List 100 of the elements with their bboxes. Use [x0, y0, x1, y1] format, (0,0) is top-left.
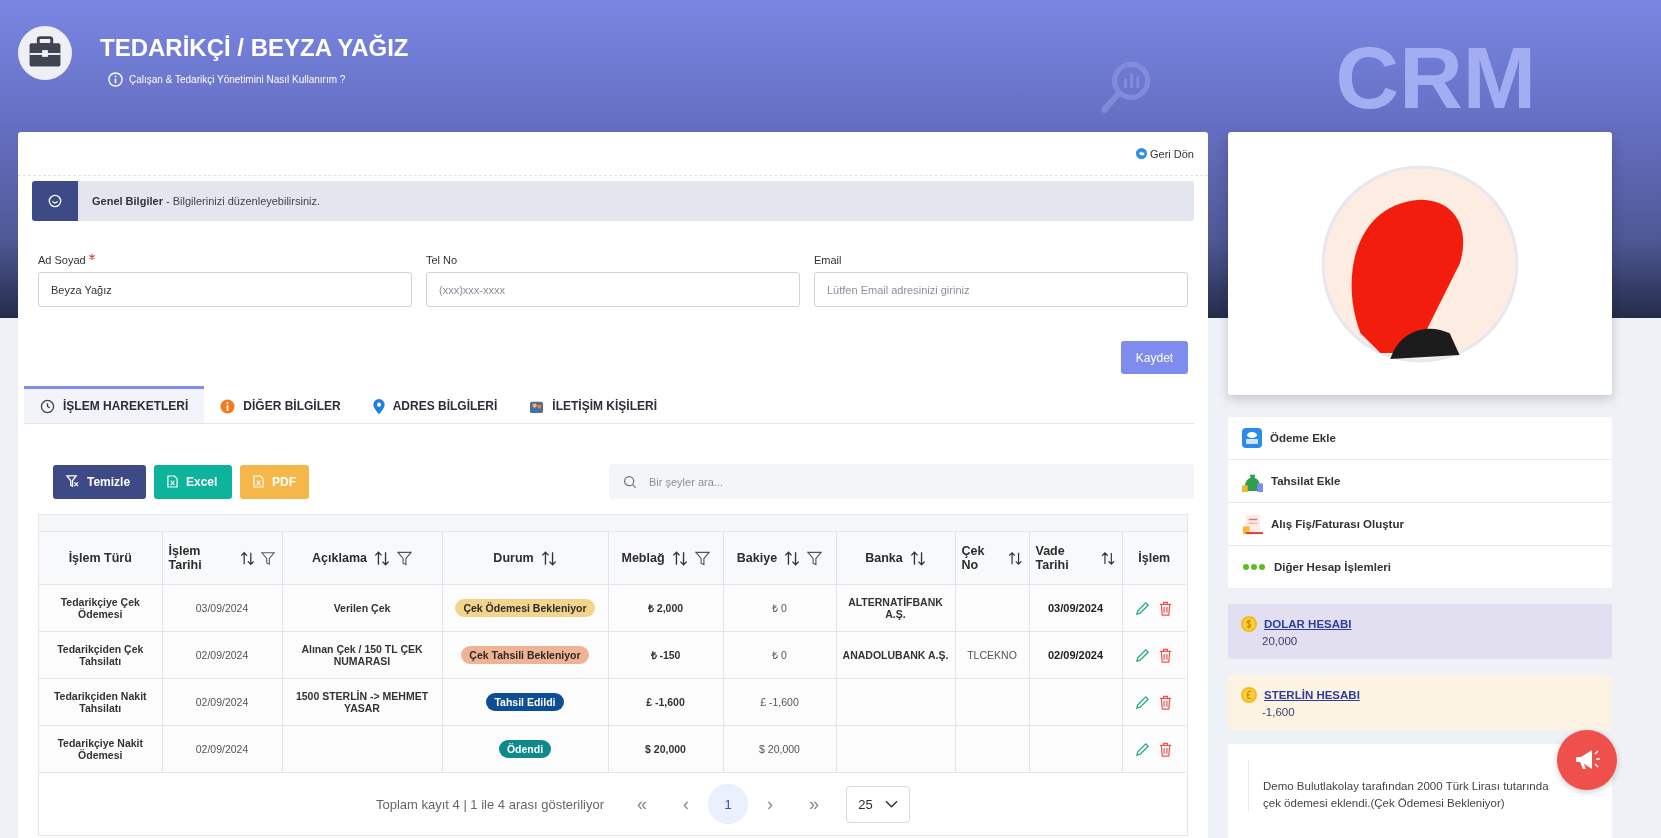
sort-icon[interactable]: [784, 550, 801, 566]
crm-watermark-text: CRM: [1335, 34, 1536, 122]
account-balance: -1,600: [1262, 706, 1296, 718]
table-cell: 02/09/2024: [195, 649, 249, 661]
table-cell: Verilen Çek: [333, 602, 391, 614]
edit-icon[interactable]: [1135, 741, 1151, 757]
action-item[interactable]: Ödeme Ekle: [1228, 417, 1612, 460]
sort-icon[interactable]: [1101, 550, 1116, 566]
delete-icon[interactable]: [1158, 694, 1174, 710]
table-cell: Alınan Çek / 150 TL ÇEK NUMARASI: [301, 643, 423, 667]
delete-icon[interactable]: [1158, 647, 1174, 663]
column-header: İşlem Türü: [68, 551, 132, 565]
tab[interactable]: İLETİŞİM KİŞİLERİ: [513, 386, 674, 423]
last-page-button[interactable]: »: [792, 784, 837, 824]
action-item[interactable]: Alış Fiş/Faturası Oluştur: [1228, 503, 1612, 546]
back-arrow-icon: [1135, 148, 1147, 159]
delete-icon[interactable]: [1158, 741, 1174, 757]
receipt-icon: [1242, 513, 1263, 535]
account-link[interactable]: STERLİN HESABI: [1264, 689, 1360, 701]
info-icon: [108, 72, 123, 87]
table-cell: $ 20,000: [645, 743, 686, 755]
column-header: İşlem Tarihi: [168, 544, 203, 572]
table-cell: 03/09/2024: [195, 602, 249, 614]
help-link[interactable]: Çalışan & Tedarikçi Yönetimini Nasıl Kullanırım ?: [129, 74, 346, 85]
dots-icon: [1242, 563, 1266, 571]
account-balance: 20,000: [1262, 635, 1299, 647]
toolbar-button[interactable]: Temizle: [53, 464, 146, 499]
column-header: Bakiye: [736, 551, 778, 565]
tab[interactable]: İŞLEM HAREKETLERİ: [24, 386, 205, 423]
sort-icon[interactable]: [239, 550, 255, 566]
edit-icon[interactable]: [1135, 694, 1151, 710]
clock-icon: [40, 398, 55, 414]
filter-icon[interactable]: [261, 550, 276, 566]
file-icon: [167, 475, 178, 488]
info-icon: [220, 398, 236, 414]
input-field[interactable]: Lütfen Email adresinizi giriniz: [814, 272, 1188, 307]
field-label: Ad Soyad: [38, 254, 86, 266]
table-cell: TLCEKNO: [967, 649, 1017, 661]
table-cell: ₺ 0: [772, 602, 787, 614]
sort-icon[interactable]: [540, 550, 557, 566]
table-cell: ₺ 2,000: [647, 602, 684, 614]
tab[interactable]: DİĞER BİLGİLER: [204, 386, 357, 423]
table-cell: ₺ 0: [772, 649, 787, 661]
field-label: Email: [814, 254, 842, 266]
edit-icon[interactable]: [1135, 600, 1151, 616]
back-link[interactable]: Geri Dön: [1135, 147, 1194, 160]
column-header: Durum: [493, 551, 534, 565]
filter-icon[interactable]: [396, 550, 412, 566]
status-badge: Tahsil Edildi: [486, 693, 564, 711]
filter-icon[interactable]: [807, 550, 823, 566]
payment-icon: [1242, 428, 1262, 448]
table-cell: ANADOLUBANK A.Ş.: [842, 649, 949, 661]
edit-icon[interactable]: [1135, 647, 1151, 663]
table-cell: Tedarikçiye Çek Ödemesi: [60, 596, 140, 620]
sort-icon[interactable]: [909, 550, 926, 566]
action-item[interactable]: Diğer Hesap İşlemleri: [1228, 546, 1612, 588]
pound-coin-icon: [1241, 687, 1257, 703]
table-cell: 02/09/2024: [1047, 649, 1104, 661]
smile-icon: [48, 194, 62, 208]
dollar-coin-icon: [1241, 616, 1257, 632]
next-page-button[interactable]: ›: [748, 784, 793, 824]
section-title: Genel Bilgiler - Bilgilerinizi düzenleyebilirsiniz.: [92, 195, 321, 207]
briefcase-icon: [18, 26, 72, 80]
filter-clear-icon: [66, 475, 79, 488]
input-field[interactable]: (xxx)xxx-xxxx: [426, 272, 800, 307]
location-pin-icon: [372, 398, 385, 414]
table-cell: ALTERNATİFBANK A.Ş.: [848, 596, 943, 620]
first-page-button[interactable]: «: [620, 784, 665, 824]
tab[interactable]: ADRES BİLGİLERİ: [356, 386, 514, 423]
sort-icon[interactable]: [373, 550, 390, 566]
sort-icon[interactable]: [671, 550, 688, 566]
table-cell: ₺ -150: [650, 649, 681, 661]
table-cell: Tedarikçiye Nakit Ödemesi: [57, 737, 144, 761]
announcement-button[interactable]: [1557, 730, 1617, 790]
table-cell: Tedarikçiden Nakit Tahsilatı: [53, 690, 147, 714]
status-badge: Çek Ödemesi Bekleniyor: [455, 599, 595, 617]
account-link[interactable]: DOLAR HESABI: [1264, 618, 1352, 630]
table-cell: £ -1,600: [646, 696, 685, 708]
action-item[interactable]: Tahsilat Ekle: [1228, 460, 1612, 503]
column-header: Meblağ: [621, 551, 665, 565]
filter-icon[interactable]: [694, 550, 710, 566]
status-badge: Ödendi: [498, 740, 552, 758]
input-field[interactable]: Beyza Yağız: [38, 272, 412, 307]
column-header: Vade Tarihi: [1035, 544, 1070, 572]
table-cell: 02/09/2024: [195, 696, 249, 708]
sort-icon[interactable]: [1007, 550, 1023, 566]
table-cell: 02/09/2024: [195, 743, 249, 755]
page-size-dropdown[interactable]: 25: [846, 785, 911, 823]
field-label: Tel No: [426, 254, 458, 266]
table-cell: $ 20,000: [759, 743, 800, 755]
column-header: İşlem: [1138, 551, 1171, 565]
page-title: TEDARİKÇİ / BEYZA YAĞIZ: [100, 34, 409, 62]
column-header: Çek No: [961, 544, 986, 572]
delete-icon[interactable]: [1158, 600, 1174, 616]
search-field[interactable]: Bir şeyler ara...: [609, 464, 1194, 499]
previous-page-button[interactable]: ‹: [664, 784, 709, 824]
file-icon: [253, 475, 264, 488]
column-header: Banka: [865, 551, 903, 565]
page-button[interactable]: 1: [708, 784, 749, 824]
table-cell: Tedarikçiden Çek Tahsilatı: [57, 643, 144, 667]
